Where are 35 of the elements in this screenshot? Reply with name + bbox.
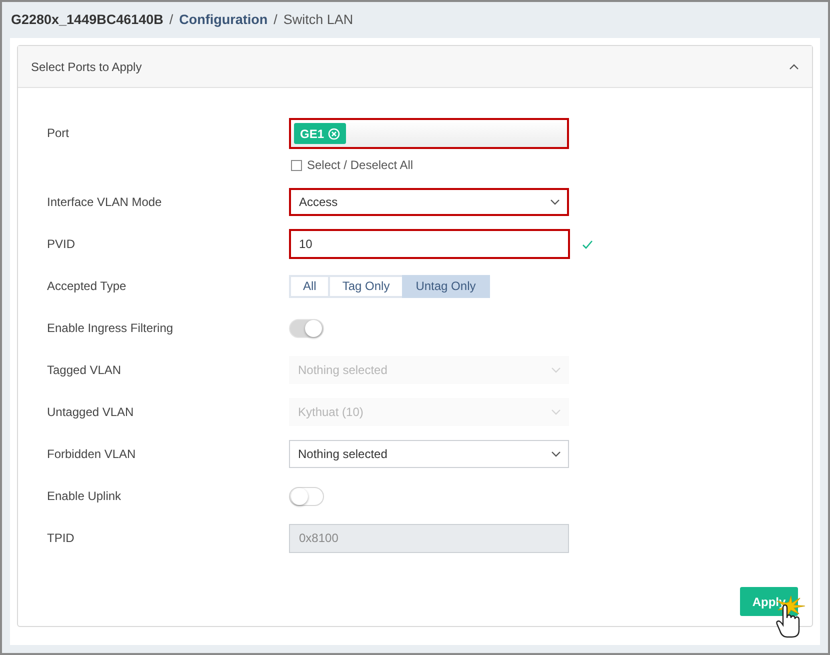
field-label: TPID	[47, 530, 76, 547]
remove-icon[interactable]	[328, 128, 340, 140]
pvid-field[interactable]: 10	[289, 229, 570, 259]
field-label: Enable Ingress Filtering	[47, 320, 174, 337]
breadcrumb-item: Switch LAN	[283, 10, 354, 29]
breadcrumb-separator: /	[169, 10, 174, 29]
select-field[interactable]: Access	[289, 188, 569, 216]
chevron-icon	[551, 367, 561, 373]
accepted-type-tab[interactable]: Untag Only	[402, 274, 490, 298]
breadcrumb-separator: /	[274, 10, 278, 29]
select-field: Nothing selected	[289, 356, 569, 384]
checkbox[interactable]	[291, 160, 302, 170]
field-label: Accepted Type	[47, 278, 128, 295]
breadcrumb-item: G2280x_1449BC46140B	[11, 10, 164, 29]
field-label: Tagged VLAN	[47, 362, 122, 379]
field-label: Enable Uplink	[47, 488, 122, 505]
panel-title: Select Ports to Apply	[31, 58, 142, 76]
select-field[interactable]: Nothing selected	[289, 440, 569, 468]
toggle-switch[interactable]	[289, 486, 324, 506]
chevron-icon	[551, 409, 561, 415]
accepted-type-tab[interactable]: Tag Only	[328, 274, 404, 298]
panel-header[interactable]: Select Ports to Apply	[18, 46, 812, 88]
field-label: Untagged VLAN	[47, 404, 135, 421]
tpid-field: 0x8100	[289, 524, 569, 552]
chevron-icon	[789, 64, 799, 70]
select-all-label[interactable]: Select / Deselect All	[307, 156, 414, 174]
accepted-type-tab[interactable]: All	[289, 274, 330, 298]
chevron-icon	[550, 199, 560, 205]
breadcrumb-item[interactable]: Configuration	[179, 10, 268, 30]
select-field: Kythuat (10)	[289, 398, 569, 426]
chevron-icon	[551, 451, 561, 457]
field-label: PVID	[47, 236, 76, 253]
field-label: Interface VLAN Mode	[47, 194, 163, 211]
field-label: Port	[47, 125, 70, 142]
field-label: Forbidden VLAN	[47, 446, 137, 463]
